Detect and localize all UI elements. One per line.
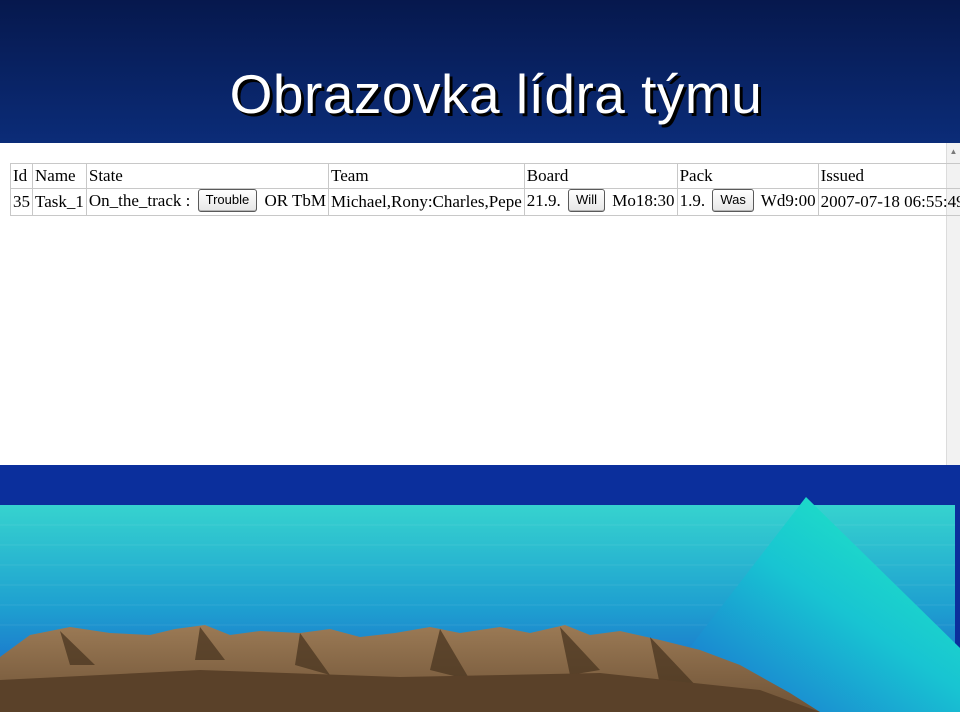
will-button[interactable]: Will [568, 188, 605, 212]
cell-id: 35 [10, 188, 33, 216]
pack-time: Wd9:00 [760, 190, 816, 210]
column-header-name: Name [32, 163, 87, 189]
table-header-row: Id Name State Team Board Pack Issued [10, 163, 960, 189]
cell-board: 21.9. Will Mo18:30 [523, 188, 678, 216]
board-time: Mo18:30 [612, 190, 675, 210]
state-suffix: OR TbM [264, 190, 327, 210]
was-button[interactable]: Was [712, 188, 754, 212]
cell-issued: 2007-07-18 06:55:49+02 [817, 188, 960, 216]
board-date: 21.9. [526, 190, 561, 210]
task-table: Id Name State Team Board Pack Issued 35 … [10, 163, 960, 216]
column-header-board: Board [523, 163, 678, 189]
column-header-state: State [85, 163, 330, 189]
column-header-pack: Pack [676, 163, 819, 189]
column-header-issued: Issued [817, 163, 960, 189]
landscape-decoration [0, 465, 960, 712]
cell-state: On_the_track : Trouble OR TbM [85, 188, 330, 216]
pack-date: 1.9. [679, 190, 706, 210]
trouble-button[interactable]: Trouble [197, 188, 258, 212]
cell-team: Michael,Rony:Charles,Pepe [328, 188, 525, 216]
cell-name: Task_1 [32, 188, 87, 216]
column-header-team: Team [328, 163, 525, 189]
column-header-id: Id [10, 163, 33, 189]
table-row: 35 Task_1 On_the_track : Trouble OR TbM … [10, 188, 960, 216]
cell-pack: 1.9. Was Wd9:00 [676, 188, 819, 216]
state-text: On_the_track : [88, 190, 191, 210]
slide-title: Obrazovka lídra týmu [229, 63, 763, 125]
scroll-up-arrow-icon[interactable]: ▲ [948, 146, 959, 157]
